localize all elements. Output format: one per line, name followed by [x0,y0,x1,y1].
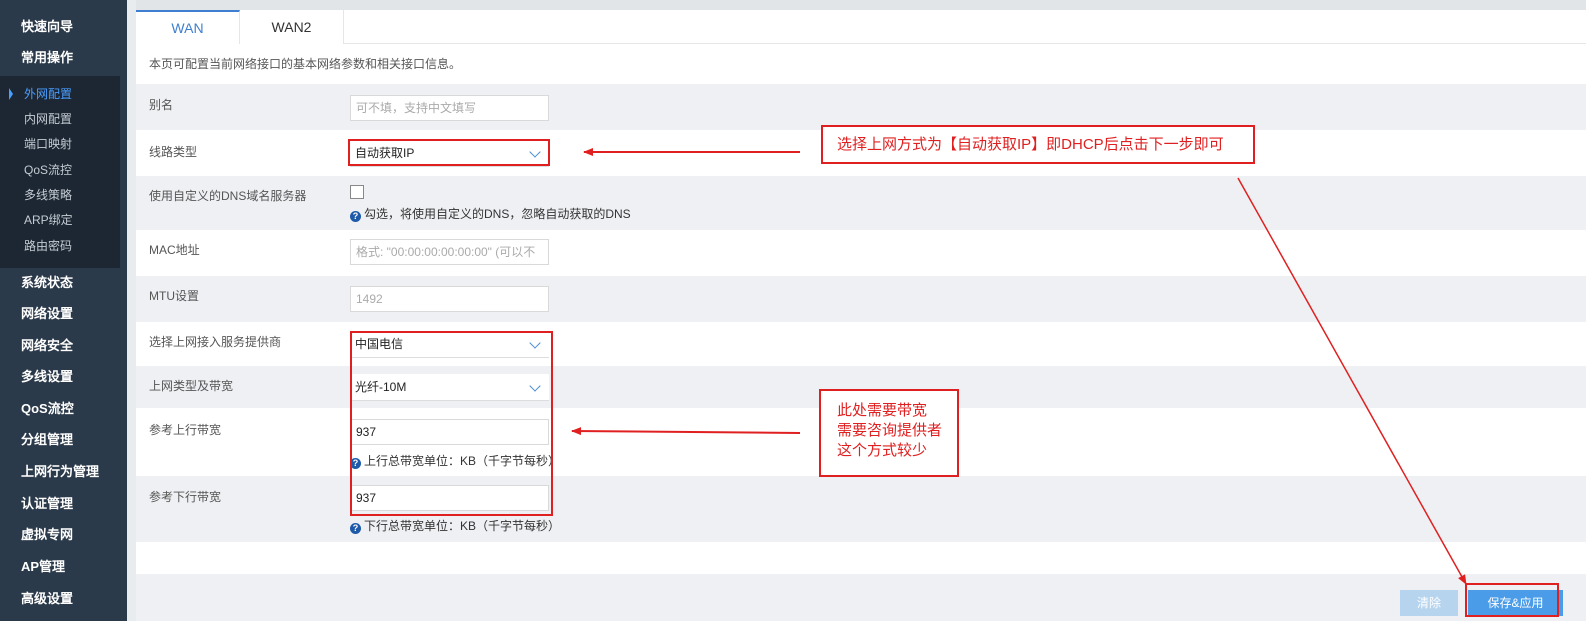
annotation-arrow-bandwidth [571,427,801,436]
annotation-arrows [571,148,1467,585]
annotation-arrow-save [1237,177,1467,585]
